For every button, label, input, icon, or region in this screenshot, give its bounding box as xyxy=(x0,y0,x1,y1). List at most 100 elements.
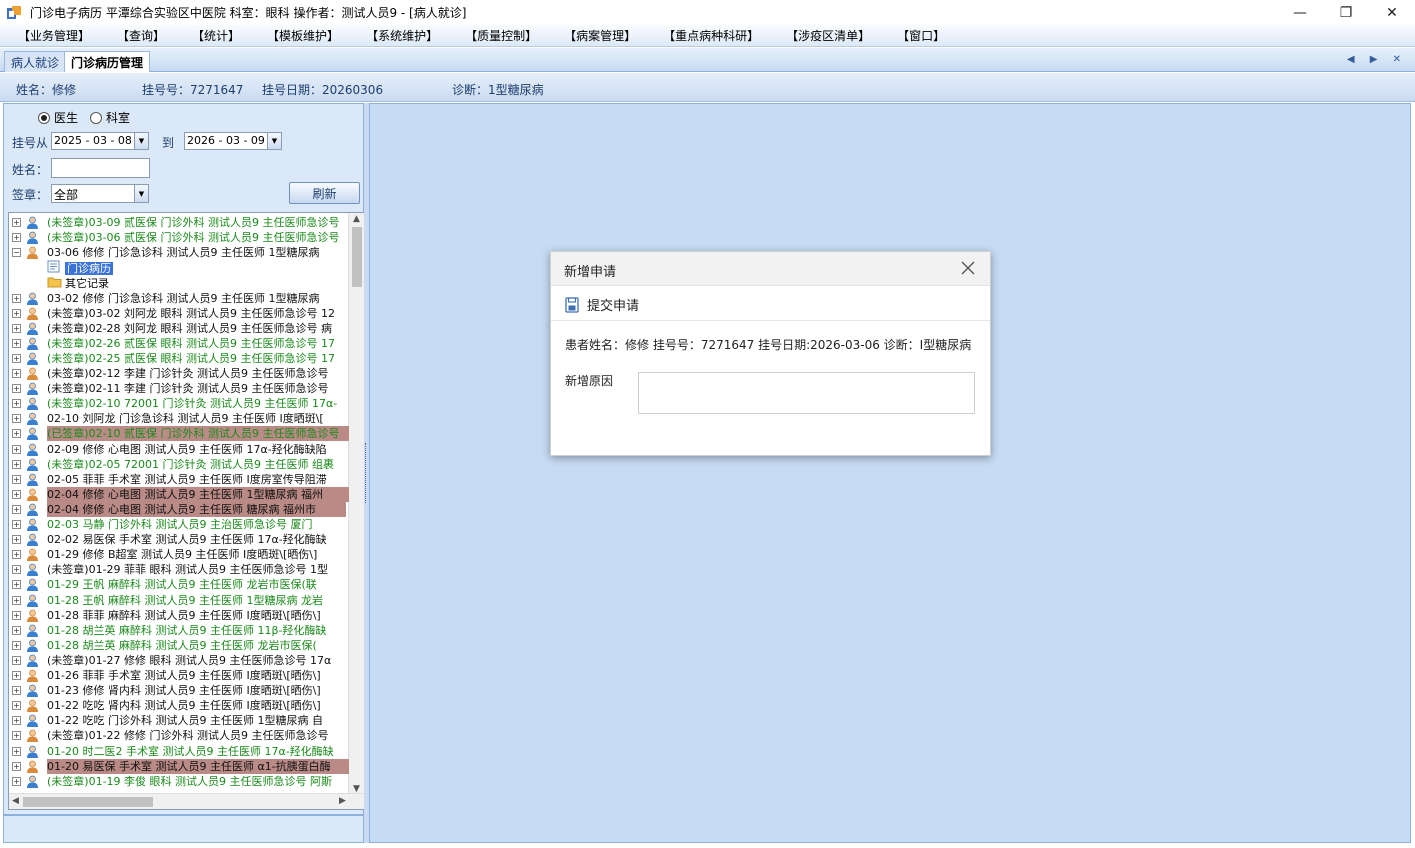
tree-row[interactable]: + (未签章)02-05 72001 门诊针灸 测试人员9 主任医师 组裹 xyxy=(9,457,349,472)
tree-collapse-icon[interactable]: − xyxy=(12,248,21,258)
tree-row[interactable]: +02-10 刘阿龙 门诊急诊科 测试人员9 主任医师 I度晒斑\[ xyxy=(9,411,349,426)
tree-expand-icon[interactable]: + xyxy=(12,520,21,529)
sign-dropdown-icon[interactable]: ▼ xyxy=(134,185,148,202)
splitter-grip-icon[interactable] xyxy=(365,443,368,503)
tree-row[interactable]: + (未签章)02-10 72001 门诊针灸 测试人员9 主任医师 17α- xyxy=(9,396,349,411)
tree-vertical-scrollbar[interactable]: ▲ ▼ xyxy=(348,213,364,795)
menu-item-quality[interactable]: 【质量控制】 xyxy=(465,27,537,44)
tree-row[interactable]: + (未签章)03-09 贰医保 门诊外科 测试人员9 主任医师急诊号 xyxy=(9,215,349,230)
tree-row[interactable]: +01-20 时二医2 手术室 测试人员9 主任医师 17α-羟化酶缺 xyxy=(9,744,349,759)
menu-item-research[interactable]: 【重点病种科研】 xyxy=(663,27,759,44)
tree-row[interactable]: + (未签章)01-29 菲菲 眼科 测试人员9 主任医师急诊号 1型 xyxy=(9,562,349,577)
tree-expand-icon[interactable]: + xyxy=(12,580,21,590)
tree-expand-icon[interactable]: + xyxy=(12,308,21,318)
tab-patient-visit[interactable]: 病人就诊 xyxy=(4,51,67,72)
menu-item-system[interactable]: 【系统维护】 xyxy=(366,27,438,44)
visit-tree[interactable]: ▲ ▼ ◀ ▶ + (未签章)03-09 贰医保 门诊外科 测试人员9 主任医师急… xyxy=(8,212,365,810)
date-from-dropdown-icon[interactable]: ▼ xyxy=(134,133,148,149)
tree-row[interactable]: +01-29 修修 B超室 测试人员9 主任医师 I度晒斑\[晒伤\] xyxy=(9,547,349,562)
tree-expand-icon[interactable]: + xyxy=(12,218,21,227)
tree-row[interactable]: +01-28 王帆 麻醉科 测试人员9 主任医师 1型糖尿病 龙岩 xyxy=(9,593,349,608)
scroll-left-icon[interactable]: ◀ xyxy=(12,796,19,806)
tree-expand-icon[interactable]: + xyxy=(12,323,21,333)
radio-doctor-label[interactable]: 医生 xyxy=(54,109,78,126)
tree-row[interactable]: + (未签章)02-25 贰医保 眼科 测试人员9 主任医师急诊号 17 xyxy=(9,351,349,366)
tree-row[interactable]: + (已签章)02-10 贰医保 门诊外科 测试人员9 主任医师急诊号 xyxy=(9,426,349,442)
tree-row[interactable]: + (未签章)03-06 贰医保 门诊外科 测试人员9 主任医师急诊号 xyxy=(9,230,349,245)
tree-row[interactable]: + (未签章)02-11 李建 门诊针灸 测试人员9 主任医师急诊号 xyxy=(9,381,349,396)
submit-request-button[interactable]: 提交申请 xyxy=(565,295,639,314)
menu-item-template[interactable]: 【模板维护】 xyxy=(267,27,339,44)
tree-row[interactable]: +02-04 修修 心电图 测试人员9 主任医师 糖尿病 福州市 xyxy=(9,501,349,517)
scroll-right-icon[interactable]: ▶ xyxy=(339,796,346,806)
tree-expand-icon[interactable]: + xyxy=(12,761,21,771)
tree-horizontal-scrollbar[interactable]: ◀ ▶ xyxy=(9,793,364,809)
tree-row[interactable]: +02-05 菲菲 手术室 测试人员9 主任医师 I度房室传导阻滞 xyxy=(9,472,349,487)
radio-doctor[interactable] xyxy=(38,111,50,124)
tree-expand-icon[interactable]: + xyxy=(12,731,21,741)
date-to-picker[interactable]: 2026 - 03 - 09 ▼ xyxy=(184,132,282,150)
tab-record-management[interactable]: 门诊病历管理 xyxy=(64,51,151,72)
tree-row[interactable]: +01-26 菲菲 手术室 测试人员9 主任医师 I度晒斑\[晒伤\] xyxy=(9,668,349,683)
tree-expand-icon[interactable]: + xyxy=(12,550,21,560)
close-icon[interactable] xyxy=(960,260,976,276)
tree-child-other[interactable]: 其它记录 xyxy=(47,275,109,290)
tree-row[interactable]: +01-28 菲菲 麻醉科 测试人员9 主任医师 I度晒斑\[晒伤\] xyxy=(9,608,349,623)
tree-expand-icon[interactable]: + xyxy=(12,504,21,514)
radio-dept-label[interactable]: 科室 xyxy=(106,109,130,126)
tree-expand-icon[interactable]: + xyxy=(12,399,21,409)
tree-expand-icon[interactable]: + xyxy=(12,338,21,348)
tree-row[interactable]: +01-20 易医保 手术室 测试人员9 主任医师 α1-抗胰蛋白酶 xyxy=(9,758,349,774)
tree-row[interactable]: +01-22 吃吃 门诊外科 测试人员9 主任医师 1型糖尿病 自 xyxy=(9,713,349,728)
menu-item-window[interactable]: 【窗口】 xyxy=(897,27,945,44)
tree-expand-icon[interactable]: + xyxy=(12,686,21,696)
tree-expand-icon[interactable]: + xyxy=(12,565,21,575)
tree-expand-icon[interactable]: + xyxy=(12,746,21,756)
tree-expand-icon[interactable]: + xyxy=(12,640,21,650)
tree-child-record[interactable]: 门诊病历 xyxy=(47,260,113,275)
radio-dept[interactable] xyxy=(90,111,103,124)
tree-row[interactable]: +01-28 胡兰英 麻醉科 测试人员9 主任医师 11β-羟化酶缺 xyxy=(9,623,349,638)
tree-expand-icon[interactable]: + xyxy=(12,384,21,394)
tree-row[interactable]: +01-23 修修 肾内科 测试人员9 主任医师 I度晒斑\[晒伤\] xyxy=(9,683,349,698)
tree-row[interactable]: − 03-06 修修 门诊急诊科 测试人员9 主任医师 1型糖尿病 xyxy=(9,245,349,260)
tree-expand-icon[interactable]: + xyxy=(12,535,21,545)
tree-expand-icon[interactable]: + xyxy=(12,474,21,484)
tree-row[interactable]: +02-04 修修 心电图 测试人员9 主任医师 1型糖尿病 福州 xyxy=(9,486,349,502)
tree-expand-icon[interactable]: + xyxy=(12,671,21,680)
tree-vscroll-thumb[interactable] xyxy=(352,227,362,287)
tree-expand-icon[interactable]: + xyxy=(12,655,21,665)
tree-expand-icon[interactable]: + xyxy=(12,293,21,303)
tree-row[interactable]: +02-02 易医保 手术室 测试人员9 主任医师 17α-羟化酶缺 xyxy=(9,532,349,547)
tree-expand-icon[interactable]: + xyxy=(12,233,21,243)
tree-expand-icon[interactable]: + xyxy=(12,489,21,499)
tree-hscroll-thumb[interactable] xyxy=(23,797,153,807)
scroll-up-icon[interactable]: ▲ xyxy=(353,214,360,224)
tree-expand-icon[interactable]: + xyxy=(12,595,21,605)
tree-row[interactable]: + (未签章)01-19 李俊 眼科 测试人员9 主任医师急诊号 阿斯 xyxy=(9,774,349,789)
menu-item-statistics[interactable]: 【统计】 xyxy=(192,27,240,44)
tree-row[interactable]: +01-28 胡兰英 麻醉科 测试人员9 主任医师 龙岩市医保( xyxy=(9,638,349,653)
tree-row[interactable]: +02-09 修修 心电图 测试人员9 主任医师 17α-羟化酶缺陷 xyxy=(9,442,349,457)
reason-input[interactable] xyxy=(638,372,975,414)
tree-expand-icon[interactable]: + xyxy=(12,459,21,469)
tree-row[interactable]: + (未签章)01-27 修修 眼科 测试人员9 主任医师急诊号 17α xyxy=(9,653,349,668)
tree-row[interactable]: + (未签章)02-12 李建 门诊针灸 测试人员9 主任医师急诊号 xyxy=(9,366,349,381)
tree-row[interactable]: +01-22 吃吃 肾内科 测试人员9 主任医师 I度晒斑\[晒伤\] xyxy=(9,698,349,713)
name-input[interactable] xyxy=(51,158,150,178)
tree-row[interactable]: +03-02 修修 门诊急诊科 测试人员9 主任医师 1型糖尿病 xyxy=(9,291,349,306)
tree-row[interactable]: + (未签章)03-02 刘阿龙 眼科 测试人员9 主任医师急诊号 12 xyxy=(9,306,349,321)
tree-row[interactable]: + (未签章)02-26 贰医保 眼科 测试人员9 主任医师急诊号 17 xyxy=(9,336,349,351)
tree-row[interactable]: +02-03 马静 门诊外科 测试人员9 主治医师急诊号 厦门 xyxy=(9,517,349,532)
tree-row[interactable]: +01-29 王帆 麻醉科 测试人员9 主任医师 龙岩市医保(联 xyxy=(9,577,349,592)
tree-expand-icon[interactable]: + xyxy=(12,776,21,786)
tree-expand-icon[interactable]: + xyxy=(12,716,21,726)
menu-item-records[interactable]: 【病案管理】 xyxy=(564,27,636,44)
tree-expand-icon[interactable]: + xyxy=(12,429,21,439)
menu-item-business[interactable]: 【业务管理】 xyxy=(18,27,90,44)
tree-row[interactable]: + (未签章)02-28 刘阿龙 眼科 测试人员9 主任医师急诊号 病 xyxy=(9,321,349,336)
maximize-button[interactable]: ❐ xyxy=(1323,0,1369,25)
tree-expand-icon[interactable]: + xyxy=(12,444,21,454)
tree-expand-icon[interactable]: + xyxy=(12,369,21,378)
tree-expand-icon[interactable]: + xyxy=(12,414,21,424)
